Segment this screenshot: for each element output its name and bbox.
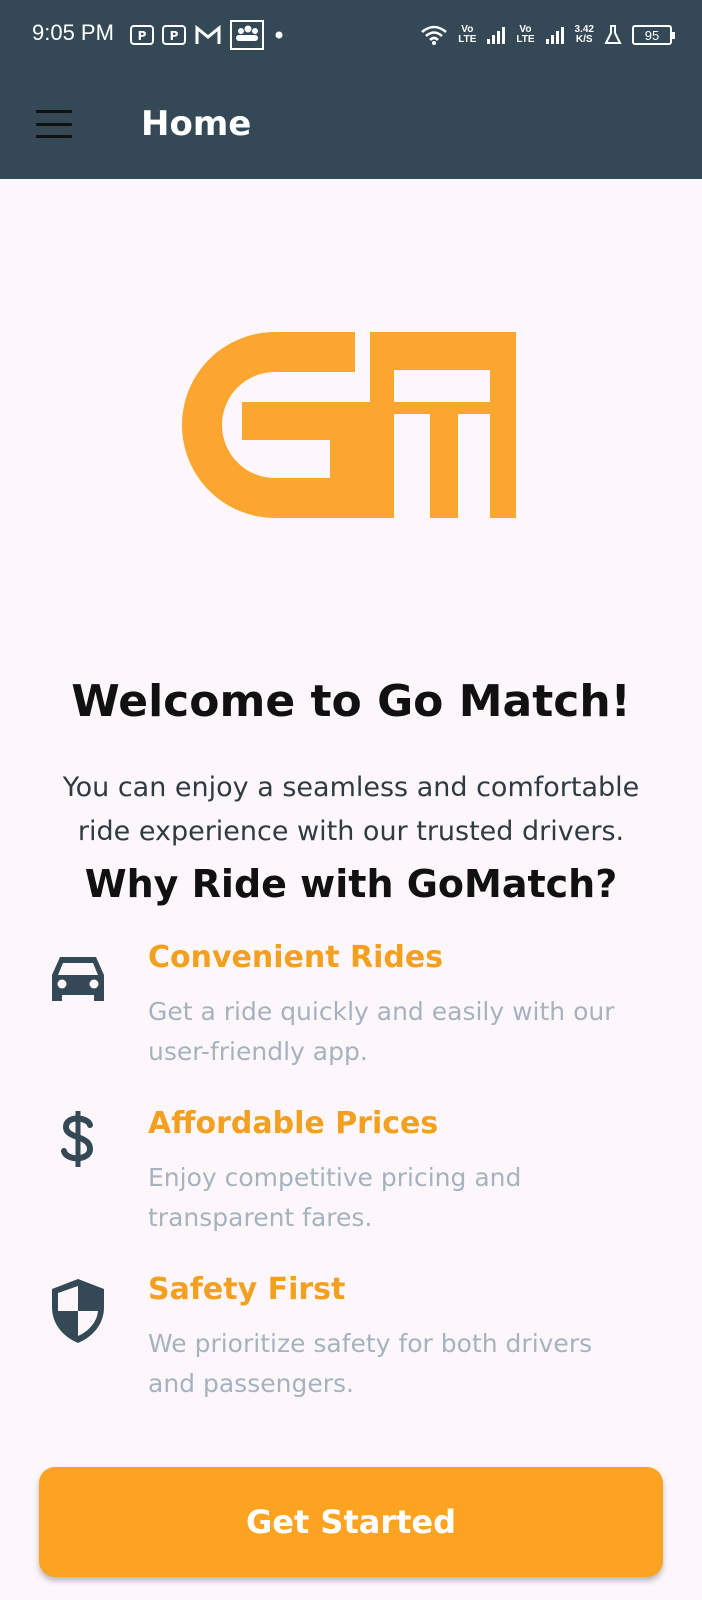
svg-text:P: P [170, 29, 179, 43]
gomatch-logo [182, 332, 516, 518]
shield-icon [45, 1278, 111, 1344]
signal-icon [545, 25, 565, 45]
dollar-icon [45, 1106, 111, 1172]
hamburger-icon[interactable] [36, 110, 72, 138]
group-icon [230, 20, 264, 50]
get-started-button[interactable]: Get Started [39, 1467, 663, 1577]
wifi-icon [420, 24, 448, 46]
net-speed: 3.42 K/S [574, 24, 594, 45]
welcome-subtitle: You can enjoy a seamless and comfortable… [62, 772, 640, 847]
svg-text:P: P [138, 29, 147, 43]
feature-description: We prioritize safety for both drivers an… [148, 1329, 593, 1398]
dot-icon [272, 30, 286, 40]
notification-icons: P P [130, 18, 286, 52]
car-icon [45, 946, 111, 1012]
battery-icon: 95 [632, 25, 675, 45]
app-bar: 9:05 PM P P Vo LTE Vo LTE 3.42 K/S 95 Ho… [0, 0, 702, 179]
status-time: 9:05 PM [32, 20, 114, 45]
status-bar: 9:05 PM P P Vo LTE Vo LTE 3.42 K/S 95 [0, 0, 702, 70]
feature-description: Get a ride quickly and easily with our u… [148, 997, 615, 1066]
feature-title: Safety First [148, 1272, 346, 1307]
signal-icon [486, 25, 506, 45]
paytm-icon: P [130, 24, 154, 46]
feature-title: Affordable Prices [148, 1106, 439, 1141]
flask-icon [604, 24, 622, 46]
feature-title: Convenient Rides [148, 940, 444, 975]
system-icons: Vo LTE Vo LTE 3.42 K/S 95 [420, 18, 675, 52]
volte-tag: Vo LTE [516, 24, 535, 45]
gmail-icon [194, 24, 222, 46]
paytm-icon: P [162, 24, 186, 46]
feature-description: Enjoy competitive pricing and transparen… [148, 1163, 522, 1232]
page-title: Home [141, 104, 252, 144]
why-heading: Why Ride with GoMatch? [84, 862, 618, 906]
volte-tag: Vo LTE [458, 24, 477, 45]
welcome-heading: Welcome to Go Match! [71, 676, 631, 727]
